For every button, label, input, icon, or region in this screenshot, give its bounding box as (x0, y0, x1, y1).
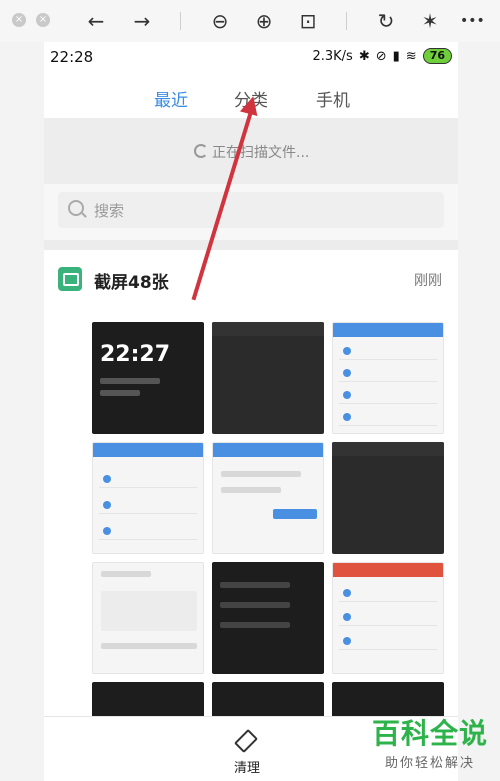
watermark-logo: 百科全说 助你轻松解决 (372, 712, 488, 771)
thumbnail-header (333, 323, 443, 337)
thumbnail-dot (343, 589, 351, 597)
magic-wand-icon[interactable]: ✶ (418, 9, 442, 33)
thumbnail-save-dialog[interactable] (212, 442, 324, 554)
thumbnail-lockscreen[interactable]: 22:27 (92, 322, 204, 434)
thumbnail-dot (103, 527, 111, 535)
search-input[interactable]: 搜索 (58, 192, 444, 228)
zoom-out-icon[interactable]: ⊖ (208, 9, 232, 33)
thumbnail-wps-office[interactable] (332, 562, 444, 674)
thumbnail-row (99, 473, 197, 488)
window-minimize-button[interactable]: × (36, 13, 50, 27)
thumbnail-row (339, 345, 437, 360)
thumbnail-line (101, 643, 197, 649)
thumbnail-header (332, 442, 444, 456)
rotate-icon[interactable]: ↻ (374, 9, 398, 33)
thumbnail-dot (343, 637, 351, 645)
thumbnail-line (100, 390, 140, 396)
viewer-toolbar: × × ← → ⊖ ⊕ ⊡ ↻ ✶ ••• (0, 0, 500, 42)
thumbnail-dot (343, 613, 351, 621)
thumbnail-line (101, 591, 197, 631)
thumbnail-line (220, 582, 290, 588)
thumbnail-dark-editor[interactable] (212, 322, 324, 434)
group-time: 刚刚 (414, 273, 442, 289)
thumbnail-grid: 22:27 (44, 312, 458, 781)
clean-button-label[interactable]: 清理 (234, 757, 260, 776)
thumbnail-row (339, 635, 437, 650)
tab-phone[interactable]: 手机 (316, 86, 350, 111)
battery-badge: 76 (422, 48, 452, 64)
fit-screen-icon[interactable]: ⊡ (296, 9, 320, 33)
thumbnail-header (213, 443, 323, 457)
watermark-main: 百科全说 (371, 717, 488, 750)
thumbnail-dark-menu[interactable] (212, 562, 324, 674)
search-section: 搜索 (44, 184, 458, 240)
thumbnail-wps-dialog[interactable] (92, 442, 204, 554)
thumbnail-row (339, 587, 437, 602)
thumbnail-line (221, 471, 301, 477)
loading-spinner-icon (194, 144, 208, 158)
thumbnail-dot (103, 475, 111, 483)
network-speed: 2.3K/s (312, 48, 353, 64)
thumbnail-header (212, 322, 324, 336)
status-time: 22:28 (50, 48, 94, 66)
mute-icon: ⊘ (375, 48, 387, 64)
thumbnail-row (339, 611, 437, 626)
arrow-right-icon[interactable]: → (130, 9, 154, 33)
toolbar-separator (346, 12, 347, 30)
search-icon (68, 200, 84, 216)
thumbnail-file-list[interactable] (332, 322, 444, 434)
bluetooth-icon: ✱ (358, 48, 370, 64)
thumbnail-dot (103, 501, 111, 509)
more-icon[interactable]: ••• (460, 9, 485, 33)
thumbnail-line (221, 487, 281, 493)
signal-icon: ▮ (392, 48, 400, 64)
broom-icon[interactable] (233, 728, 259, 754)
search-placeholder: 搜索 (94, 202, 125, 220)
thumbnail-header (93, 443, 203, 457)
thumbnail-line (100, 378, 160, 384)
tab-recent[interactable]: 最近 (154, 86, 188, 111)
zoom-in-icon[interactable]: ⊕ (252, 9, 276, 33)
thumbnail-clock: 22:27 (100, 342, 171, 367)
watermark-sub: 助你轻松解决 (384, 756, 475, 771)
thumbnail-dot (343, 391, 351, 399)
screenshot-group-header[interactable]: 截屏48张 刚刚 (44, 250, 458, 310)
scan-status-bar: 正在扫描文件... (44, 118, 458, 184)
status-indicators: 2.3K/s ✱ ⊘ ▮ ≋ 76 (312, 48, 452, 64)
section-divider (44, 240, 458, 250)
wifi-icon: ≋ (405, 48, 417, 64)
scan-status-text: 正在扫描文件... (212, 145, 310, 161)
status-bar: 22:28 2.3K/s ✱ ⊘ ▮ ≋ 76 (44, 42, 458, 72)
thumbnail-row (339, 411, 437, 426)
thumbnail-line (273, 509, 317, 519)
phone-screen: 22:28 2.3K/s ✱ ⊘ ▮ ≋ 76 最近 分类 手机 正在扫描文件.… (44, 42, 458, 781)
thumbnail-row (339, 389, 437, 404)
thumbnail-dot (343, 347, 351, 355)
thumbnail-row (99, 525, 197, 540)
thumbnail-dark-editor[interactable] (332, 442, 444, 554)
thumbnail-line (101, 571, 151, 577)
thumbnail-dot (343, 369, 351, 377)
thumbnail-line (220, 602, 290, 608)
thumbnail-new-doc[interactable] (92, 562, 204, 674)
toolbar-separator (180, 12, 181, 30)
window-close-button[interactable]: × (12, 13, 26, 27)
thumbnail-dot (343, 413, 351, 421)
screenshot-icon (58, 267, 82, 291)
group-title: 截屏48张 (94, 273, 169, 293)
thumbnail-row (99, 499, 197, 514)
thumbnail-line (220, 622, 290, 628)
arrow-left-icon[interactable]: ← (84, 9, 108, 33)
thumbnail-header (333, 563, 443, 577)
thumbnail-row (339, 367, 437, 382)
